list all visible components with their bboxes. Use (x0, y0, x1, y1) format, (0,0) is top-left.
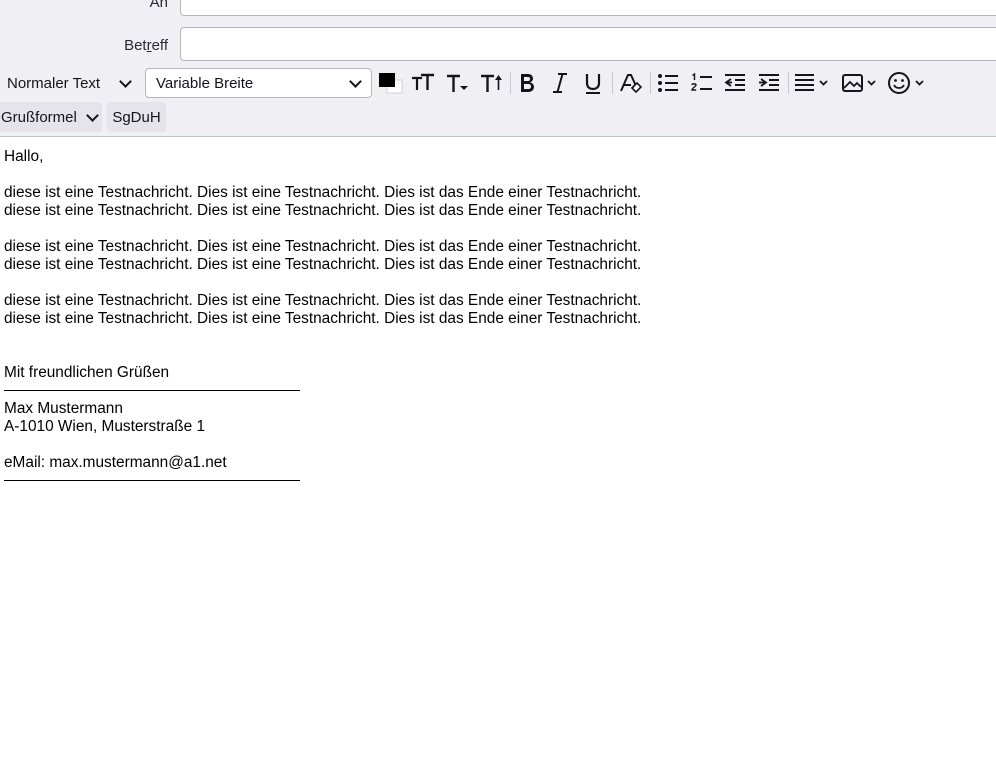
body-line: diese ist eine Testnachricht. Dies ist e… (4, 292, 642, 309)
greeting-template-menu[interactable]: Grußformel (0, 102, 102, 132)
outdent-button[interactable] (721, 68, 749, 98)
text-color-icon (379, 73, 403, 94)
body-line: diese ist eine Testnachricht. Dies ist e… (4, 310, 642, 327)
align-icon (795, 74, 828, 91)
insert-menu-button[interactable] (840, 68, 880, 98)
compose-header: An Betreff Normaler Text Variable Breite (0, 0, 996, 137)
font-size-smaller-arrow-icon (447, 74, 468, 92)
chevron-down-icon (86, 111, 98, 123)
font-size-smaller-icon (412, 73, 434, 90)
sgduh-template-button[interactable]: SgDuH (107, 102, 166, 132)
body-line: diese ist eine Testnachricht. Dies ist e… (4, 184, 642, 201)
insert-image-icon (842, 74, 876, 92)
text-color-button[interactable] (376, 68, 406, 98)
signature-name: Max Mustermann (4, 400, 123, 417)
bold-button[interactable] (513, 68, 541, 98)
subject-label-part: eff (151, 37, 168, 54)
subject-label-part: Bet (124, 37, 147, 54)
italic-icon (553, 73, 567, 93)
to-field[interactable] (180, 0, 996, 16)
paragraph-format-value: Normaler Text (7, 74, 101, 92)
font-face-value: Variable Breite (156, 74, 254, 92)
chevron-down-icon (119, 77, 131, 89)
font-size-small-button[interactable] (442, 68, 472, 98)
subject-label: Betreff (124, 37, 168, 54)
underline-button[interactable] (579, 68, 607, 98)
message-body[interactable]: Hallo, diese ist eine Testnachricht. Die… (4, 148, 641, 490)
toolbar-separator (650, 72, 651, 94)
subject-field[interactable] (180, 27, 996, 61)
remove-formatting-icon (620, 74, 643, 94)
font-face-select[interactable]: Variable Breite (145, 68, 372, 98)
bullet-list-button[interactable] (653, 68, 683, 98)
underline-icon (585, 74, 601, 94)
bullet-list-icon (658, 74, 678, 92)
paragraph-format-select[interactable]: Normaler Text (0, 68, 137, 98)
greeting-template-label: Grußformel (1, 108, 77, 126)
signature-divider (4, 480, 300, 481)
font-size-larger-button[interactable] (476, 68, 506, 98)
emoji-icon (888, 72, 924, 94)
indent-button[interactable] (755, 68, 783, 98)
font-size-larger-icon (481, 74, 502, 92)
body-line: diese ist eine Testnachricht. Dies ist e… (4, 256, 642, 273)
align-menu-button[interactable] (792, 68, 832, 98)
body-line: diese ist eine Testnachricht. Dies ist e… (4, 238, 642, 255)
toolbar-separator (510, 72, 511, 94)
closing-line: Mit freundlichen Grüßen (4, 364, 170, 381)
outdent-icon (724, 74, 745, 91)
bold-icon (521, 74, 534, 92)
to-label: An (149, 0, 168, 11)
signature-email: eMail: max.mustermann@a1.net (4, 454, 227, 471)
numbered-list-button[interactable] (687, 68, 717, 98)
font-size-smaller-button[interactable] (408, 68, 438, 98)
italic-button[interactable] (546, 68, 574, 98)
toolbar-separator (612, 72, 613, 94)
numbered-list-icon (691, 72, 712, 91)
body-line: diese ist eine Testnachricht. Dies ist e… (4, 202, 642, 219)
signature-divider (4, 390, 300, 391)
greeting-line: Hallo, (4, 148, 44, 165)
toolbar-separator (788, 72, 789, 94)
indent-icon (759, 74, 779, 91)
chevron-down-icon (349, 77, 361, 89)
signature-address: A-1010 Wien, Musterstraße 1 (4, 418, 206, 435)
emoji-menu-button[interactable] (886, 68, 928, 98)
remove-formatting-button[interactable] (616, 68, 646, 98)
